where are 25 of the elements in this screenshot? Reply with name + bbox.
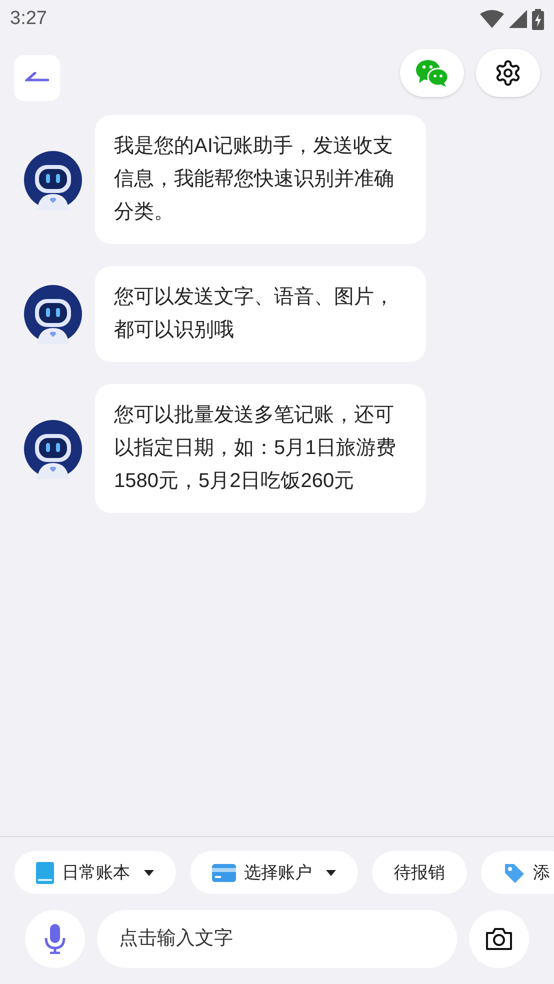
robot-avatar-icon	[23, 284, 83, 344]
back-button[interactable]	[14, 55, 60, 101]
message-bubble: 您可以发送文字、语音、图片，都可以识别哦	[95, 266, 426, 362]
message-bubble: 您可以批量发送多笔记账，还可以指定日期，如：5月1日旅游费1580元，5月2日吃饭260元	[95, 384, 426, 513]
microphone-icon	[44, 924, 66, 954]
message-input-field[interactable]: 点击输入文字	[97, 910, 457, 968]
status-time: 3:27	[10, 6, 47, 31]
settings-icon	[494, 59, 522, 87]
robot-avatar-icon	[23, 150, 83, 210]
camera-icon	[484, 926, 514, 952]
settings-button[interactable]	[476, 49, 540, 97]
wechat-button[interactable]	[400, 49, 464, 97]
chat-bubbles-icon	[415, 59, 449, 87]
wifi-icon	[480, 10, 504, 28]
signal-icon	[509, 10, 527, 28]
filter-chip[interactable]: 日常账本	[14, 851, 176, 894]
message-bubble: 我是您的AI记账助手，发送收支信息，我能帮您快速识别并准确分类。	[95, 115, 426, 244]
filter-chip[interactable]: 添	[481, 851, 554, 894]
filter-chip[interactable]: 待报销	[372, 851, 467, 894]
battery-icon	[532, 8, 544, 30]
book-icon	[36, 862, 54, 884]
filter-chip[interactable]: 选择账户	[190, 851, 358, 894]
tag-icon	[503, 862, 525, 884]
credit-card-icon	[212, 864, 236, 882]
robot-avatar-icon	[23, 418, 83, 478]
